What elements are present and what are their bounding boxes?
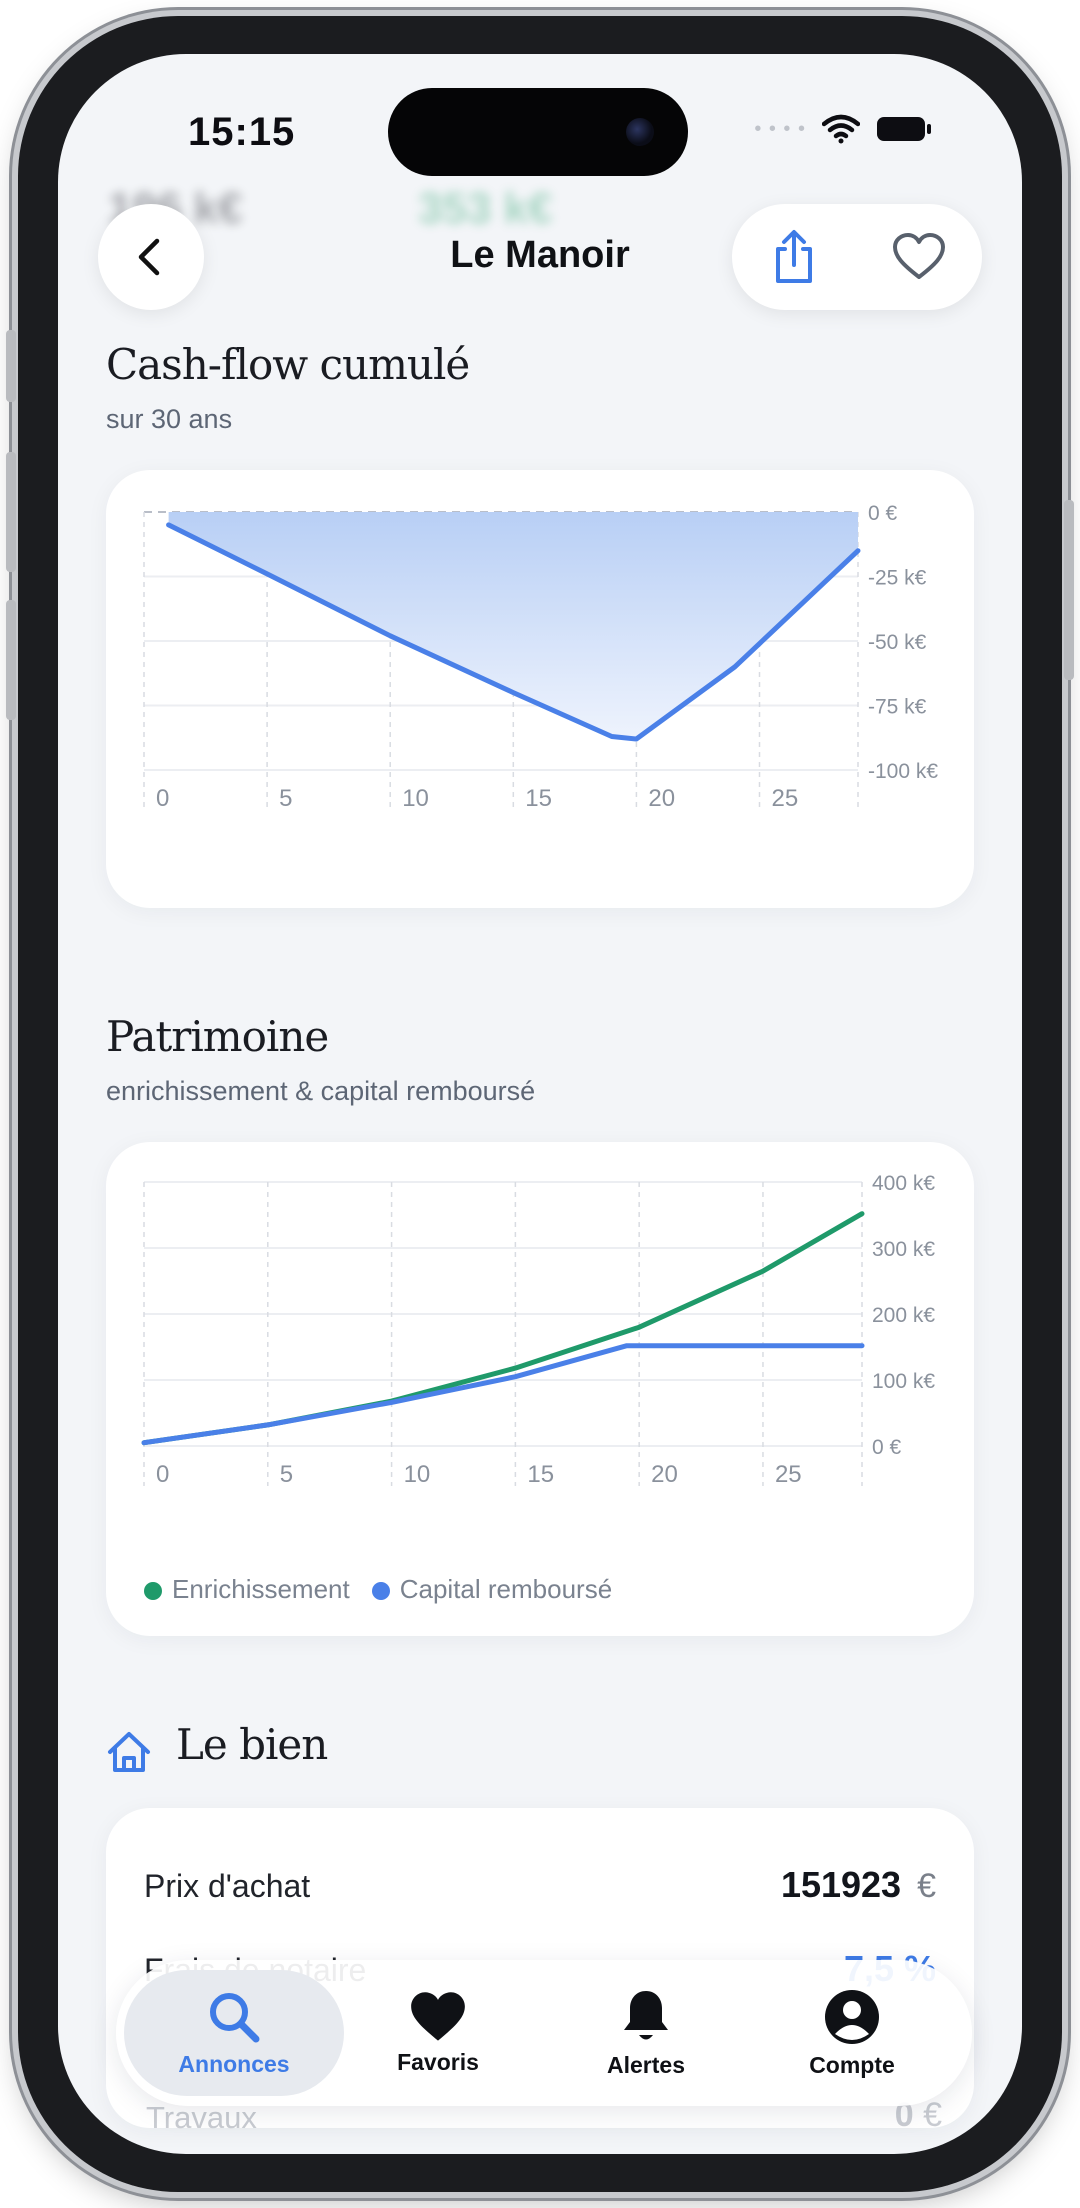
battery-icon — [877, 117, 931, 141]
status-time: 15:15 — [188, 110, 296, 154]
y-tick-label: 100 k€ — [872, 1370, 935, 1393]
account-icon — [825, 1989, 879, 2044]
tab-bar: Annonces Favoris Alertes Compte — [116, 1960, 972, 2106]
y-tick-label: 300 k€ — [872, 1238, 935, 1261]
tab-label: Annonces — [178, 2050, 290, 2077]
x-tick-label: 0 — [156, 785, 169, 812]
header-actions — [732, 204, 982, 310]
x-tick-label: 5 — [279, 785, 292, 812]
volume-up-button — [6, 452, 16, 572]
tab-alertes[interactable]: Alertes — [546, 1960, 746, 2106]
property-row-label: Prix d'achat — [144, 1868, 311, 1904]
y-tick-label: -100 k€ — [868, 760, 938, 783]
y-tick-label: -50 k€ — [868, 631, 927, 654]
y-tick-label: -75 k€ — [868, 696, 927, 719]
property-row-value: 151923 — [780, 1864, 902, 1905]
share-icon[interactable] — [768, 229, 820, 285]
patrimoine-title: Patrimoine — [106, 1012, 329, 1061]
tab-label: Favoris — [397, 2048, 479, 2075]
x-tick-label: 15 — [527, 1461, 554, 1488]
volume-down-button — [6, 600, 16, 720]
navigation-bar: Le Manoir — [58, 204, 1022, 324]
tab-label: Alertes — [607, 2051, 685, 2078]
heart-icon — [411, 1991, 465, 2041]
patrimoine-subtitle: enrichissement & capital remboursé — [106, 1076, 536, 1106]
x-tick-label: 20 — [648, 785, 675, 812]
x-tick-label: 25 — [772, 785, 799, 812]
signal-icon: • • • • — [754, 117, 806, 140]
currency-label: € — [917, 1867, 936, 1905]
power-button — [1064, 500, 1074, 680]
x-tick-label: 25 — [775, 1461, 802, 1488]
cashflow-subtitle: sur 30 ans — [106, 404, 233, 434]
wifi-icon — [822, 114, 860, 144]
action-button — [6, 330, 16, 402]
y-tick-label: 400 k€ — [872, 1172, 935, 1195]
tab-annonces[interactable]: Annonces — [134, 1960, 334, 2106]
bell-icon — [624, 1990, 668, 2039]
heart-outline-icon[interactable] — [892, 233, 946, 281]
legend-item-enrichissement: Enrichissement — [144, 1574, 350, 1605]
house-icon — [106, 1730, 152, 1779]
property-row-price[interactable]: Prix d'achat 151923 € — [144, 1864, 936, 1906]
x-tick-label: 15 — [525, 785, 552, 812]
tab-favoris[interactable]: Favoris — [338, 1960, 538, 2106]
dynamic-island — [388, 88, 688, 176]
y-tick-label: 0 € — [872, 1436, 902, 1459]
cashflow-chart: 0 € -25 k€ -50 k€ -75 k€ -100 k€ 0 5 10 15 20 25 — [143, 502, 938, 812]
search-icon — [210, 1992, 260, 2042]
x-tick-label: 5 — [280, 1461, 293, 1488]
y-tick-label: 200 k€ — [872, 1304, 935, 1327]
chart-legend: Enrichissement Capital remboursé — [144, 1574, 612, 1605]
y-tick-label: 0 € — [868, 502, 898, 525]
tab-compte[interactable]: Compte — [752, 1960, 952, 2106]
patrimoine-chart-card: 400 k€ 300 k€ 200 k€ 100 k€ 0 € 0 5 10 15 20 25 En… — [106, 1142, 974, 1636]
legend-item-capital: Capital remboursé — [371, 1574, 612, 1605]
tab-label: Compte — [809, 2051, 895, 2078]
x-tick-label: 10 — [402, 785, 429, 812]
cashflow-title: Cash-flow cumulé — [106, 340, 470, 389]
screen: 15:15 • • • • 196 k€ 353 k€ Le Manoir Ca… — [58, 54, 1022, 2154]
x-tick-label: 20 — [651, 1461, 678, 1488]
x-tick-label: 0 — [156, 1461, 169, 1488]
patrimoine-chart: 400 k€ 300 k€ 200 k€ 100 k€ 0 € 0 5 10 15 20 25 — [141, 1172, 935, 1488]
property-title: Le bien — [176, 1720, 328, 1769]
cashflow-chart-card: 0 € -25 k€ -50 k€ -75 k€ -100 k€ 0 5 10 15 20 25 — [106, 470, 974, 908]
x-tick-label: 10 — [404, 1461, 431, 1488]
y-tick-label: -25 k€ — [868, 567, 927, 590]
series-line-2 — [141, 1343, 865, 1446]
